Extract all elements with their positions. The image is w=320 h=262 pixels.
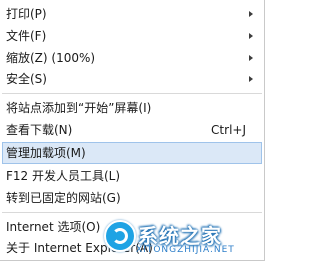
watermark-url: XITONGZHIJIA.NET — [136, 245, 235, 255]
menu-item-print[interactable]: 打印(P) — [2, 3, 262, 25]
menu-item-label: 查看下载(N) — [6, 123, 73, 137]
submenu-arrow-icon — [249, 55, 253, 61]
site-watermark: 系统之家 XITONGZHIJIA.NET — [96, 218, 266, 262]
menu-item-label: 转到已固定的网站(G) — [6, 191, 121, 205]
menu-item-pinned-sites[interactable]: 转到已固定的网站(G) — [2, 187, 262, 209]
menu-separator — [2, 212, 262, 213]
menu-item-safety[interactable]: 安全(S) — [2, 68, 262, 90]
menu-item-add-to-start[interactable]: 将站点添加到“开始”屏幕(I) — [2, 97, 262, 119]
menu-item-shortcut: Ctrl+J — [211, 123, 246, 137]
submenu-arrow-icon — [249, 11, 253, 17]
menu-separator — [2, 93, 262, 94]
submenu-arrow-icon — [249, 33, 253, 39]
menu-item-file[interactable]: 文件(F) — [2, 25, 262, 47]
menu-item-label: 打印(P) — [6, 7, 47, 21]
menu-item-zoom[interactable]: 缩放(Z) (100%) — [2, 47, 262, 69]
submenu-arrow-icon — [249, 76, 253, 82]
menu-item-manage-addons[interactable]: 管理加载项(M) — [2, 142, 262, 164]
menu-item-label: Internet 选项(O) — [6, 220, 101, 234]
menu-item-label: 缩放(Z) (100%) — [6, 51, 96, 65]
menu-item-label: F12 开发人员工具(L) — [6, 169, 121, 183]
menu-item-label: 安全(S) — [6, 72, 47, 86]
menu-item-view-downloads[interactable]: 查看下载(N) Ctrl+J — [2, 119, 262, 141]
watermark-logo-icon — [104, 220, 136, 252]
menu-item-label: 文件(F) — [6, 29, 47, 43]
menu-item-label: 将站点添加到“开始”屏幕(I) — [6, 101, 152, 115]
menu-item-f12-devtools[interactable]: F12 开发人员工具(L) — [2, 165, 262, 187]
menu-item-label: 管理加载项(M) — [6, 146, 86, 160]
